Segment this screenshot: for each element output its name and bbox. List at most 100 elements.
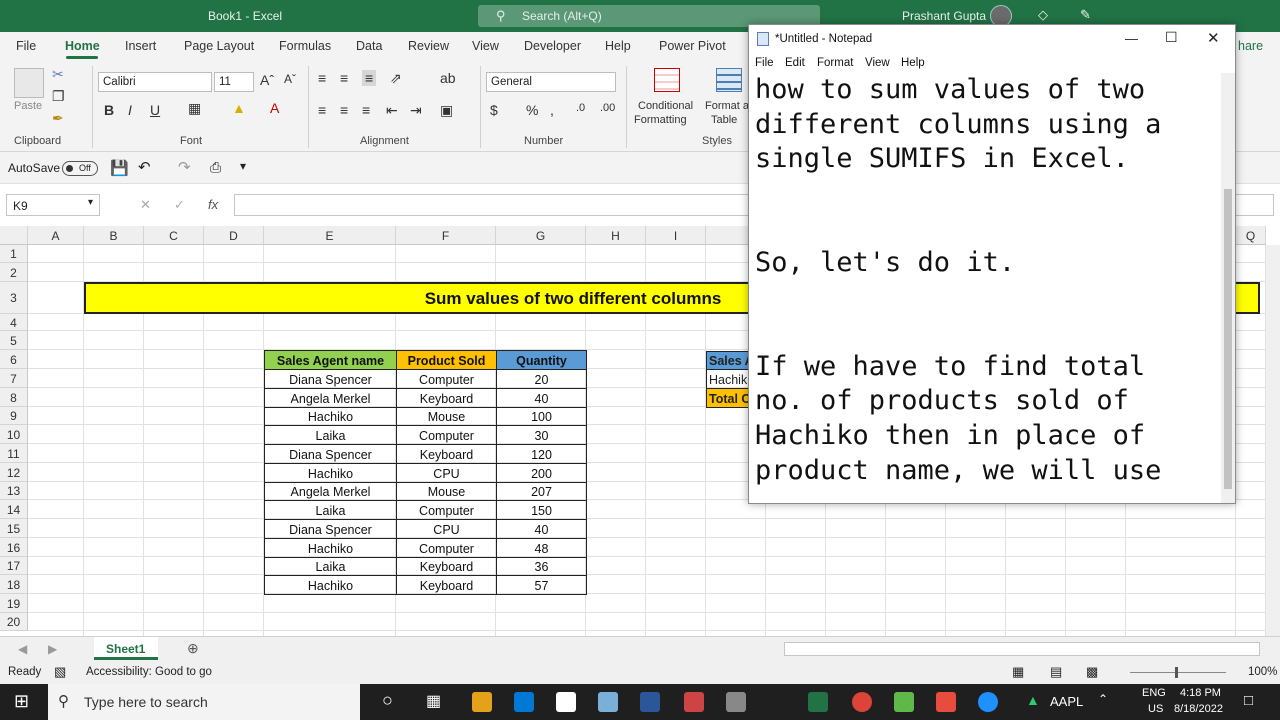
table-cell[interactable]: Computer <box>396 425 497 445</box>
notepad-menu-file[interactable]: File <box>755 57 774 69</box>
chevron-down-icon[interactable]: ▾ <box>88 197 93 208</box>
increase-decimal-icon[interactable]: .0 <box>576 102 585 114</box>
table-cell[interactable]: 150 <box>496 500 587 520</box>
grow-font-icon[interactable]: Aˆ <box>260 72 274 88</box>
notepad-menu-view[interactable]: View <box>865 57 890 69</box>
column-header[interactable]: B <box>84 226 144 245</box>
task-view-icon[interactable]: ▦ <box>426 691 441 711</box>
row-header[interactable]: 18 <box>0 575 28 594</box>
italic-button[interactable]: I <box>128 102 132 118</box>
copy-icon[interactable]: ❐ <box>52 88 65 105</box>
autosave-toggle[interactable]: Off <box>62 161 98 176</box>
table-cell[interactable]: Angela Merkel <box>264 388 397 408</box>
taskbar-search[interactable]: ⚲ Type here to search <box>48 684 360 720</box>
column-header[interactable]: I <box>646 226 706 245</box>
tab-formulas[interactable]: Formulas <box>279 39 331 53</box>
notepad-text-area[interactable]: how to sum values of two different column… <box>755 73 1221 503</box>
pen-icon[interactable]: ✎ <box>1080 7 1091 23</box>
table-cell[interactable]: 200 <box>496 463 587 483</box>
tab-power-pivot[interactable]: Power Pivot <box>659 39 726 53</box>
currency-icon[interactable]: $ <box>490 102 498 118</box>
tab-home[interactable]: Home <box>65 39 100 53</box>
maximize-icon[interactable]: ☐ <box>1165 29 1178 46</box>
row-header[interactable]: 14 <box>0 500 28 519</box>
file-explorer-icon[interactable] <box>472 692 492 712</box>
align-middle-icon[interactable]: ≡ <box>340 70 348 86</box>
save-icon[interactable]: 💾 <box>110 159 129 177</box>
enter-icon[interactable]: ✓ <box>174 197 185 213</box>
table-cell[interactable]: Mouse <box>396 482 497 501</box>
tab-help[interactable]: Help <box>605 39 631 53</box>
language-region[interactable]: US <box>1148 703 1163 715</box>
language-code[interactable]: ENG <box>1142 687 1166 699</box>
comma-icon[interactable]: , <box>550 102 554 118</box>
macro-icon[interactable]: ▧ <box>54 664 66 680</box>
shrink-font-icon[interactable]: Aˇ <box>284 72 296 86</box>
row-header[interactable]: 9 <box>0 407 28 425</box>
tab-data[interactable]: Data <box>356 39 382 53</box>
percent-icon[interactable]: % <box>526 102 538 118</box>
table-cell[interactable]: 36 <box>496 557 587 576</box>
table-cell[interactable]: 48 <box>496 538 587 558</box>
diamond-icon[interactable]: ◇ <box>1038 7 1048 23</box>
borders-icon[interactable]: ▦ <box>188 100 201 117</box>
table-cell[interactable]: Hachiko <box>264 463 397 483</box>
clock-time[interactable]: 4:18 PM <box>1180 687 1221 699</box>
chrome-icon[interactable] <box>852 692 872 712</box>
notepad-scrollbar[interactable] <box>1221 73 1235 503</box>
notepad-taskbar-icon[interactable] <box>598 692 618 712</box>
print-icon[interactable]: ⎙ <box>210 159 221 176</box>
align-top-icon[interactable]: ≡ <box>318 70 326 86</box>
column-header[interactable]: C <box>144 226 204 245</box>
table-cell[interactable]: CPU <box>396 519 497 539</box>
table-cell[interactable]: Hachiko <box>264 575 397 595</box>
paint-icon[interactable] <box>684 692 704 712</box>
cancel-icon[interactable]: ✕ <box>140 197 151 213</box>
row-header[interactable]: 10 <box>0 425 28 444</box>
table-cell[interactable]: Laika <box>264 425 397 445</box>
table-label[interactable]: Table <box>711 114 737 126</box>
next-sheet-icon[interactable]: ▶ <box>48 642 57 656</box>
font-name-select[interactable]: Calibri <box>98 72 212 92</box>
row-header[interactable]: 1 <box>0 245 28 263</box>
orientation-icon[interactable]: ⇗ <box>390 70 402 87</box>
underline-button[interactable]: U <box>150 102 160 118</box>
font-size-select[interactable]: 11 <box>214 72 254 92</box>
format-painter-icon[interactable]: ✒ <box>52 110 64 127</box>
table-cell[interactable]: Hachiko <box>264 407 397 426</box>
table-cell[interactable]: Keyboard <box>396 557 497 576</box>
table-cell[interactable]: 30 <box>496 425 587 445</box>
table-cell[interactable]: 40 <box>496 519 587 539</box>
select-all-corner[interactable] <box>0 226 28 245</box>
increase-indent-icon[interactable]: ⇥ <box>410 102 422 119</box>
page-break-view-icon[interactable]: ▩ <box>1086 664 1098 680</box>
row-header[interactable]: 15 <box>0 519 28 538</box>
redo-icon[interactable]: ↷ <box>178 158 191 176</box>
notepad-scroll-thumb[interactable] <box>1224 189 1232 489</box>
fill-color-icon[interactable]: ▲ <box>232 100 246 116</box>
zoom-slider-thumb[interactable] <box>1175 667 1178 678</box>
table-cell[interactable]: Diana Spencer <box>264 519 397 539</box>
printer-icon[interactable] <box>726 692 746 712</box>
undo-icon[interactable]: ↶ <box>138 158 151 176</box>
table-cell[interactable]: Diana Spencer <box>264 369 397 389</box>
share-button[interactable]: hare <box>1238 39 1263 53</box>
column-header[interactable]: E <box>264 226 396 245</box>
add-sheet-icon[interactable]: ⊕ <box>187 640 199 657</box>
chevron-up-icon[interactable]: ⌃ <box>1098 692 1108 706</box>
word-icon[interactable] <box>640 692 660 712</box>
name-box[interactable]: K9 <box>6 194 100 216</box>
table-cell[interactable]: 40 <box>496 388 587 408</box>
table-cell[interactable]: Keyboard <box>396 444 497 464</box>
table-cell[interactable]: Computer <box>396 500 497 520</box>
formatting-label[interactable]: Formatting <box>634 114 687 126</box>
row-header[interactable]: 2 <box>0 263 28 282</box>
minimize-icon[interactable]: — <box>1125 31 1138 46</box>
row-header[interactable]: 8 <box>0 388 28 407</box>
help-icon[interactable] <box>978 692 998 712</box>
row-header[interactable]: 12 <box>0 463 28 482</box>
horizontal-scrollbar[interactable] <box>784 642 1260 656</box>
notepad-menu-edit[interactable]: Edit <box>785 57 805 69</box>
table-cell[interactable]: 100 <box>496 407 587 426</box>
format-as-label[interactable]: Format a <box>705 100 749 112</box>
